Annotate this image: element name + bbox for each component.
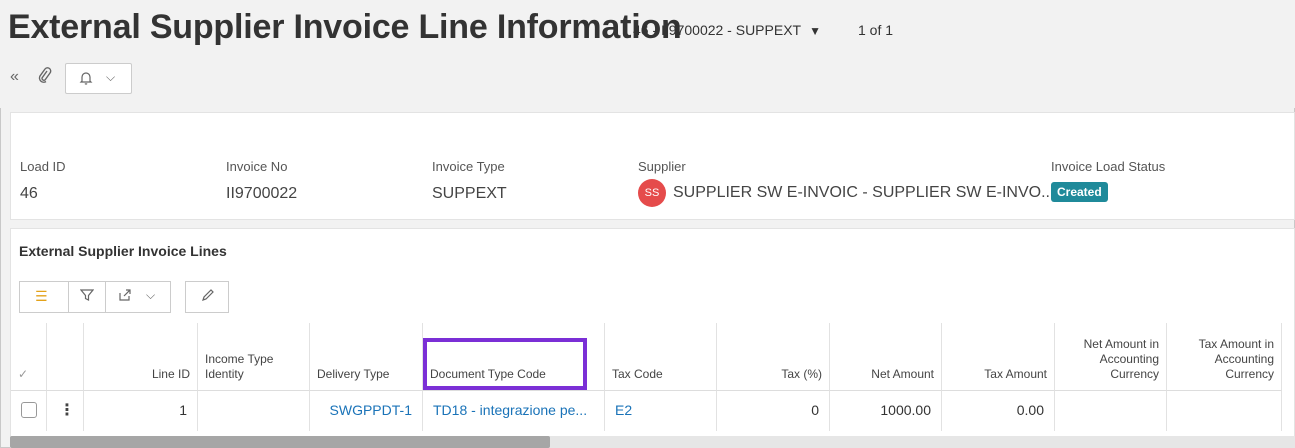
col-header-income-type[interactable]: Income Type Identity [198, 323, 310, 391]
record-selector-label: 46 - II9700022 - SUPPEXT [633, 22, 802, 38]
cell-income-type [198, 391, 310, 431]
supplier-field: Supplier SS SUPPLIER SW E-INVOIC - SUPPLI… [638, 159, 1054, 207]
supplier-label: Supplier [638, 159, 686, 174]
load-id-value: 46 [20, 185, 38, 202]
chevron-down-icon: ⌵ [106, 70, 116, 84]
col-header-net-amount[interactable]: Net Amount [830, 323, 942, 391]
caret-down-icon: ▼ [809, 24, 821, 38]
row-select [11, 391, 47, 431]
filter-button[interactable] [68, 281, 106, 313]
page-header: External Supplier Invoice Line Informati… [0, 0, 1295, 108]
invoice-info-card: Load ID 46 Invoice No II9700022 Invoice … [10, 112, 1295, 220]
column-highlight-box [423, 338, 587, 390]
notification-bell-icon [79, 70, 93, 89]
export-icon [118, 288, 132, 305]
invoice-type-value: SUPPEXT [432, 185, 507, 202]
page-title: External Supplier Invoice Line Informati… [8, 8, 682, 46]
col-header-tax-amount-accounting[interactable]: Tax Amount in Accounting Currency [1167, 323, 1282, 391]
row-actions: ⋮ [47, 391, 84, 431]
pencil-icon [201, 288, 215, 305]
list-view-button[interactable]: ☰ [19, 281, 69, 313]
col-header-tax-code[interactable]: Tax Code [605, 323, 717, 391]
list-icon: ☰ [35, 288, 48, 304]
invoice-no-label: Invoice No [226, 159, 288, 174]
cell-document-type-code[interactable]: TD18 - integrazione pe... [423, 391, 605, 431]
invoice-no-value: II9700022 [226, 185, 298, 202]
double-chevron-left-icon[interactable]: « [10, 68, 19, 86]
record-selector[interactable]: 46 - II9700022 - SUPPEXT ▼ [633, 22, 821, 38]
invoice-no-field: Invoice No II9700022 [226, 159, 297, 203]
kebab-menu-icon[interactable]: ⋮ [59, 400, 75, 420]
invoice-type-label: Invoice Type [432, 159, 505, 174]
col-header-tax-pct[interactable]: Tax (%) [717, 323, 830, 391]
check-icon: ✓ [18, 367, 29, 381]
horizontal-scrollbar[interactable] [10, 436, 1295, 448]
cell-delivery-type[interactable]: SWGPPDT-1 [310, 391, 423, 431]
select-all-header[interactable]: ✓ [11, 323, 47, 391]
filter-icon [79, 288, 95, 305]
col-header-net-amount-accounting[interactable]: Net Amount in Accounting Currency [1055, 323, 1167, 391]
status-badge: Created [1051, 182, 1108, 202]
chevron-down-icon: ⌵ [146, 288, 156, 302]
scrollbar-thumb[interactable] [10, 436, 550, 448]
cell-tax-amount-accounting [1167, 391, 1282, 431]
notification-split-button[interactable]: ⌵ [65, 63, 132, 94]
supplier-value: SUPPLIER SW E-INVOIC - SUPPLIER SW E-INV… [673, 184, 1055, 202]
section-title: External Supplier Invoice Lines [19, 243, 227, 259]
export-split-button[interactable]: ⌵ [105, 281, 171, 313]
record-counter: 1 of 1 [858, 22, 894, 38]
edit-button[interactable] [185, 281, 229, 313]
cell-net-amount: 1000.00 [830, 391, 942, 431]
cell-net-amount-accounting [1055, 391, 1167, 431]
supplier-value-row[interactable]: SS SUPPLIER SW E-INVOIC - SUPPLIER SW E-I… [638, 179, 1054, 207]
supplier-avatar: SS [638, 179, 666, 207]
invoice-lines-card: External Supplier Invoice Lines ☰ ⌵ ✓ Li… [10, 228, 1295, 448]
invoice-load-status-label: Invoice Load Status [1051, 159, 1166, 174]
invoice-type-field: Invoice Type SUPPEXT [432, 159, 507, 203]
invoice-load-status-field: Invoice Load Status Created [1051, 159, 1165, 202]
col-header-line-id[interactable]: Line ID [84, 323, 198, 391]
row-actions-header [47, 323, 84, 391]
cell-tax-code[interactable]: E2 [605, 391, 717, 431]
paperclip-icon[interactable] [38, 67, 52, 90]
row-checkbox[interactable] [21, 402, 37, 418]
cell-tax-pct: 0 [717, 391, 830, 431]
cell-tax-amount: 0.00 [942, 391, 1055, 431]
col-header-delivery-type[interactable]: Delivery Type [310, 323, 423, 391]
load-id-label: Load ID [20, 159, 66, 174]
cell-line-id: 1 [84, 391, 198, 431]
col-header-tax-amount[interactable]: Tax Amount [942, 323, 1055, 391]
load-id-field: Load ID 46 [20, 159, 66, 203]
